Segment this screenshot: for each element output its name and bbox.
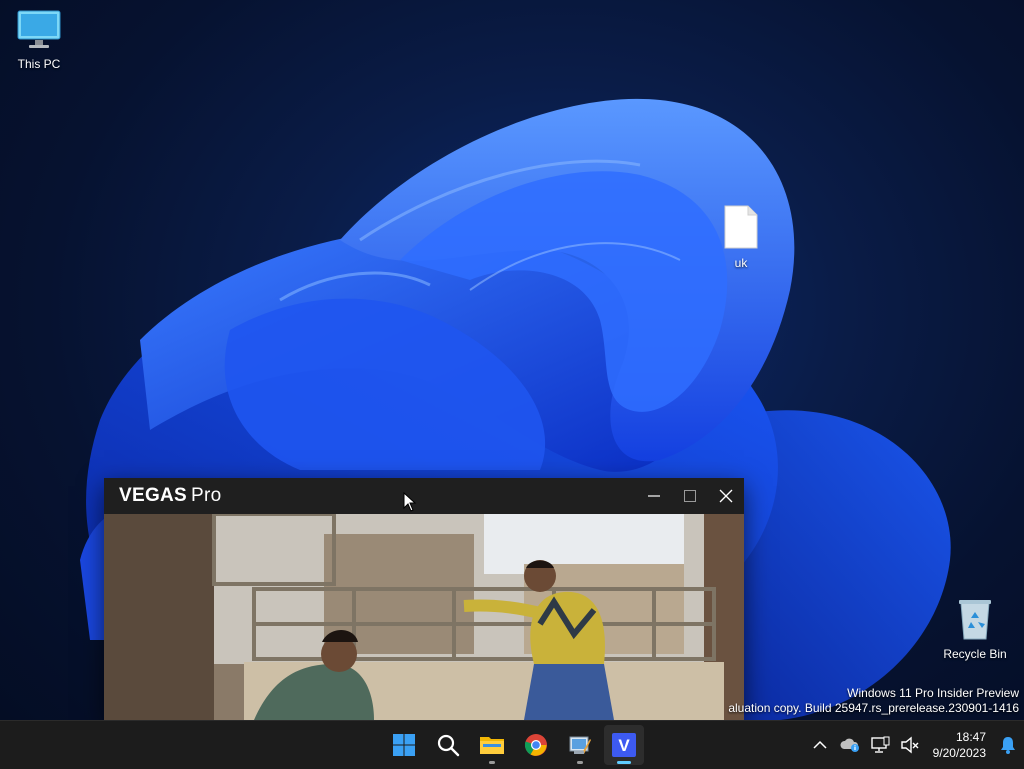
recycle-bin-icon xyxy=(956,598,994,643)
file-icon xyxy=(724,205,758,252)
brand-pro: Pro xyxy=(191,485,222,506)
maximize-button[interactable] xyxy=(672,478,708,514)
brand-vegas: VEGAS xyxy=(119,485,188,506)
onedrive-button[interactable] xyxy=(835,725,865,765)
show-hidden-icons-button[interactable] xyxy=(805,725,835,765)
mouse-cursor-icon xyxy=(403,492,417,512)
network-button[interactable] xyxy=(865,725,895,765)
watermark-line-2: aluation copy. Build 25947.rs_prerelease… xyxy=(728,701,1019,715)
chrome-icon xyxy=(524,734,547,756)
start-button[interactable] xyxy=(384,725,424,765)
taskbar-apps: V xyxy=(384,725,644,765)
vegas-pro-logo: VEGAS Pro xyxy=(119,485,222,507)
desktop-icon-label: Recycle Bin xyxy=(943,647,1007,661)
maximize-icon xyxy=(684,490,696,502)
minimize-icon xyxy=(648,495,660,497)
clock-date: 9/20/2023 xyxy=(932,746,986,760)
monitor-icon xyxy=(17,10,61,53)
bell-icon xyxy=(1001,737,1015,754)
network-icon xyxy=(870,736,890,753)
volume-button[interactable] xyxy=(895,725,925,765)
vegas-icon: V xyxy=(612,733,636,757)
minimize-button[interactable] xyxy=(636,478,672,514)
vegas-pro-window[interactable]: VEGAS Pro xyxy=(104,478,744,720)
chevron-up-icon xyxy=(813,740,827,749)
cloud-info-icon xyxy=(840,738,859,752)
volume-muted-icon xyxy=(900,736,919,754)
file-explorer-button[interactable] xyxy=(472,725,512,765)
desktop-icon-label: uk xyxy=(734,256,748,270)
vegas-taskbar-button[interactable]: V xyxy=(604,725,644,765)
desktop-icon-recycle-bin[interactable]: Recycle Bin xyxy=(936,598,1014,661)
watermark-line-1: Windows 11 Pro Insider Preview xyxy=(847,686,1019,700)
clock-button[interactable]: 18:47 9/20/2023 xyxy=(925,729,992,761)
paint-app-button[interactable] xyxy=(560,725,600,765)
system-tray: 18:47 9/20/2023 xyxy=(805,721,1024,769)
close-button[interactable] xyxy=(708,478,744,514)
desktop-icon-uk[interactable]: uk xyxy=(702,205,780,270)
file-explorer-icon xyxy=(480,737,504,754)
desktop-icon-this-pc[interactable]: This PC xyxy=(0,10,78,71)
windows-watermark: Windows 11 Pro Insider Preview aluation … xyxy=(728,686,1019,716)
running-indicator xyxy=(489,761,495,764)
clock-time: 18:47 xyxy=(955,730,986,744)
notifications-button[interactable] xyxy=(992,725,1024,765)
chrome-button[interactable] xyxy=(516,725,556,765)
taskbar: V 18:47 9/20/2023 xyxy=(0,720,1024,769)
paint-app-icon xyxy=(569,736,591,754)
windows-start-icon xyxy=(393,734,415,756)
vegas-icon-letter: V xyxy=(618,736,630,755)
splash-image xyxy=(104,514,744,720)
search-icon xyxy=(437,734,460,757)
desktop-icon-label: This PC xyxy=(17,57,61,71)
close-icon xyxy=(719,489,733,503)
active-indicator xyxy=(617,761,631,764)
search-button[interactable] xyxy=(428,725,468,765)
running-indicator xyxy=(577,761,583,764)
vegas-titlebar[interactable]: VEGAS Pro xyxy=(104,478,744,514)
